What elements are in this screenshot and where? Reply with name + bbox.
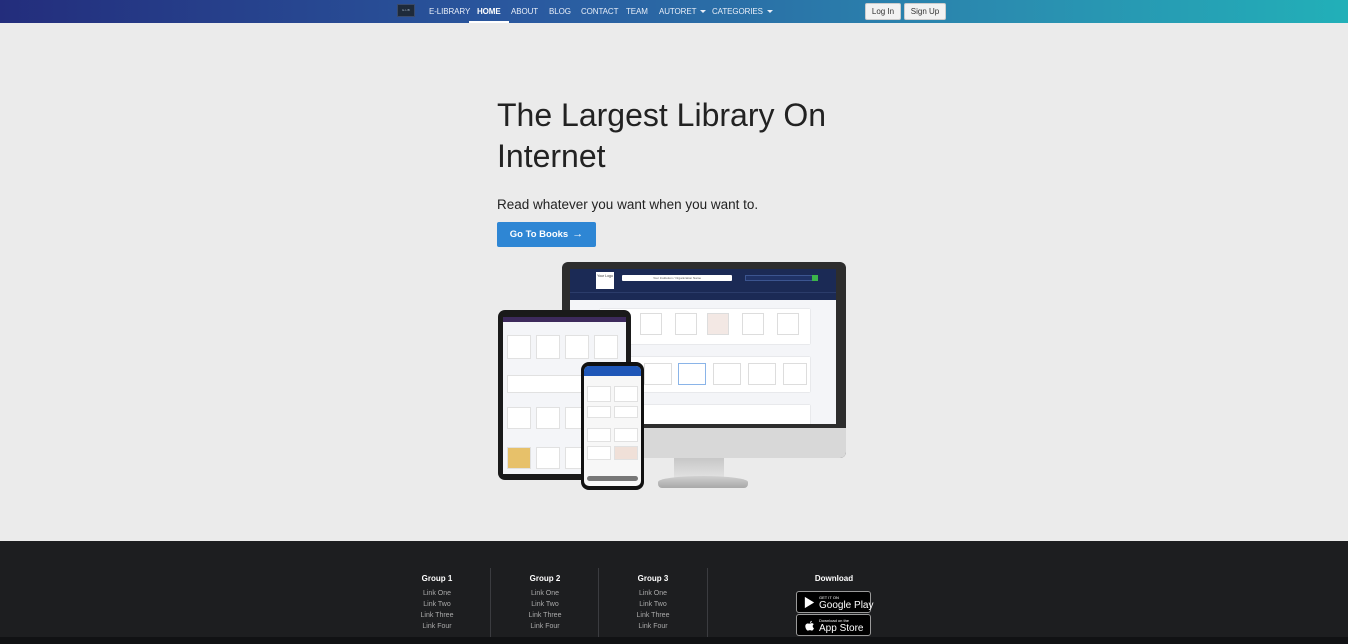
- screen-card: [644, 363, 672, 385]
- footer-link[interactable]: Link Four: [599, 623, 707, 630]
- tablet-card: [507, 407, 531, 429]
- footer-link[interactable]: Link Two: [383, 601, 491, 608]
- google-play-icon: [804, 596, 815, 609]
- app-store-big-text: App Store: [819, 623, 864, 634]
- go-to-books-label: Go To Books: [509, 229, 569, 240]
- apple-icon: [805, 620, 814, 631]
- footer-group-3: Group 3 Link One Link Two Link Three Lin…: [599, 541, 707, 637]
- tablet-card: [536, 335, 560, 359]
- nav-link-blog[interactable]: BLOG: [549, 0, 571, 23]
- footer-group-1: Group 1 Link One Link Two Link Three Lin…: [383, 541, 491, 637]
- phone-header: [584, 366, 641, 376]
- phone-card: [614, 386, 638, 402]
- screen-card: [678, 363, 706, 385]
- download-title: Download: [814, 574, 854, 583]
- footer-link[interactable]: Link Two: [599, 601, 707, 608]
- screen-logo: Your Logo: [596, 272, 614, 289]
- app-store-button[interactable]: Download on the App Store: [796, 614, 871, 636]
- nav-link-autoret[interactable]: AUTORET: [659, 0, 707, 23]
- nav-link-autoret-label: AUTORET: [659, 7, 697, 16]
- phone-card: [587, 446, 611, 460]
- phone-card: [587, 428, 611, 442]
- phone-card: [614, 406, 638, 418]
- tablet-card: [565, 335, 589, 359]
- footer-link[interactable]: Link One: [491, 590, 599, 597]
- tablet-card: [594, 335, 618, 359]
- footer-link[interactable]: Link One: [599, 590, 707, 597]
- screen-card: [748, 363, 776, 385]
- nav-link-contact[interactable]: CONTACT: [581, 0, 618, 23]
- tablet-header: [503, 317, 626, 322]
- tablet-card: [507, 335, 531, 359]
- site-logo-text: E-LIB: [402, 8, 410, 12]
- footer-link[interactable]: Link Three: [383, 612, 491, 619]
- screen-nav: [570, 292, 836, 300]
- footer-link[interactable]: Link Four: [383, 623, 491, 630]
- signup-button[interactable]: Sign Up: [904, 3, 946, 20]
- footer-link[interactable]: Link Three: [491, 612, 599, 619]
- chevron-down-icon: [766, 10, 773, 14]
- google-play-button[interactable]: GET IT ON Google Play: [796, 591, 874, 613]
- nav-link-about[interactable]: ABOUT: [511, 0, 538, 23]
- go-to-books-button[interactable]: Go To Books →: [497, 222, 596, 247]
- screen-card: [675, 313, 697, 335]
- tablet-card: [536, 407, 560, 429]
- hero-title: The Largest Library On Internet: [497, 97, 827, 174]
- hero-subtitle: Read whatever you want when you want to.: [497, 197, 759, 212]
- screen-card: [783, 363, 807, 385]
- arrow-right-icon: →: [572, 228, 584, 240]
- screen-search-icon: [812, 275, 818, 281]
- phone-card: [587, 386, 611, 402]
- nav-link-categories[interactable]: CATEGORIES: [712, 0, 773, 23]
- screen-card: [742, 313, 764, 335]
- screen-card: [640, 313, 662, 335]
- screen-card: [707, 313, 729, 335]
- tablet-card: [536, 447, 560, 469]
- footer-link[interactable]: Link Four: [491, 623, 599, 630]
- footer: Group 1 Link One Link Two Link Three Lin…: [0, 541, 1348, 644]
- nav-link-home[interactable]: HOME: [469, 0, 509, 23]
- screen-search-text: Your Institution / Organization Name: [652, 276, 702, 280]
- google-play-big-text: Google Play: [819, 600, 874, 611]
- screen-card: [777, 313, 799, 335]
- chevron-down-icon: [700, 10, 707, 14]
- monitor-neck: [674, 458, 724, 478]
- footer-link[interactable]: Link Three: [599, 612, 707, 619]
- tablet-card: [507, 447, 531, 469]
- phone-card: [587, 406, 611, 418]
- login-button[interactable]: Log In: [865, 3, 901, 20]
- phone-screen: [584, 366, 641, 486]
- footer-link[interactable]: Link Two: [491, 601, 599, 608]
- footer-group-title: Group 1: [421, 574, 453, 583]
- footer-bottom-strip: [0, 637, 1348, 644]
- nav-link-categories-label: CATEGORIES: [712, 7, 763, 16]
- nav-link-e-library[interactable]: E-LIBRARY: [429, 0, 470, 23]
- top-navbar: E-LIB E-LIBRARY HOME ABOUT BLOG CONTACT …: [0, 0, 1348, 23]
- phone-card: [614, 446, 638, 460]
- footer-link[interactable]: Link One: [383, 590, 491, 597]
- screen-search-field: [745, 275, 815, 281]
- nav-link-team[interactable]: TEAM: [626, 0, 648, 23]
- screen-header: Your Logo Your Institution / Organizatio…: [570, 269, 836, 292]
- footer-group-title: Group 2: [529, 574, 561, 583]
- screen-logo-text: Your Logo: [597, 274, 613, 278]
- screen-card: [713, 363, 741, 385]
- phone-mockup: [581, 362, 644, 490]
- footer-divider: [707, 568, 708, 638]
- screen-search-bar: Your Institution / Organization Name: [622, 275, 732, 281]
- phone-button: [587, 476, 638, 481]
- monitor-base: [658, 476, 748, 488]
- phone-card: [614, 428, 638, 442]
- devices-illustration: Your Logo Your Institution / Organizatio…: [498, 262, 848, 492]
- footer-group-title: Group 3: [637, 574, 669, 583]
- site-logo[interactable]: E-LIB: [397, 4, 415, 17]
- footer-group-2: Group 2 Link One Link Two Link Three Lin…: [491, 541, 599, 637]
